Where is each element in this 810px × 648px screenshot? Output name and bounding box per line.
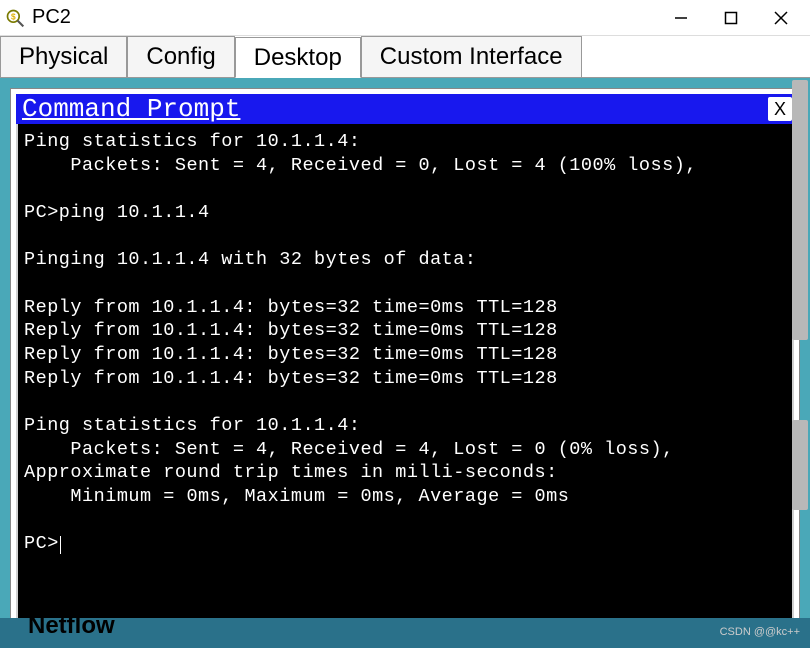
app-icon: $ — [4, 7, 26, 29]
scrollbar-thumb[interactable] — [792, 80, 808, 340]
content-area: Command Prompt X Ping statistics for 10.… — [0, 78, 810, 648]
titlebar: $ PC2 — [0, 0, 810, 36]
command-prompt-title: Command Prompt — [22, 94, 240, 124]
watermark: CSDN @@kc++ — [720, 620, 800, 644]
window-controls — [656, 1, 806, 35]
bottom-strip-label: Netflow — [28, 618, 115, 639]
terminal-output[interactable]: Ping statistics for 10.1.1.4: Packets: S… — [16, 124, 794, 632]
tabbar: Physical Config Desktop Custom Interface — [0, 36, 810, 78]
tab-physical[interactable]: Physical — [0, 36, 127, 77]
bottom-strip: Netflow CSDN @@kc++ — [0, 618, 810, 648]
app-window: $ PC2 Physical Config Desktop Custom Int… — [0, 0, 810, 648]
minimize-button[interactable] — [656, 1, 706, 35]
tab-desktop[interactable]: Desktop — [235, 37, 361, 78]
command-prompt-close-button[interactable]: X — [768, 97, 792, 121]
cursor-icon — [60, 536, 61, 554]
scrollbar-thumb[interactable] — [792, 420, 808, 510]
command-prompt-window: Command Prompt X Ping statistics for 10.… — [10, 88, 800, 638]
tab-custom-interface[interactable]: Custom Interface — [361, 36, 582, 77]
window-title: PC2 — [32, 6, 656, 29]
close-button[interactable] — [756, 1, 806, 35]
maximize-button[interactable] — [706, 1, 756, 35]
command-prompt-titlebar: Command Prompt X — [16, 94, 794, 124]
tab-config[interactable]: Config — [127, 36, 234, 77]
svg-text:$: $ — [11, 11, 16, 21]
